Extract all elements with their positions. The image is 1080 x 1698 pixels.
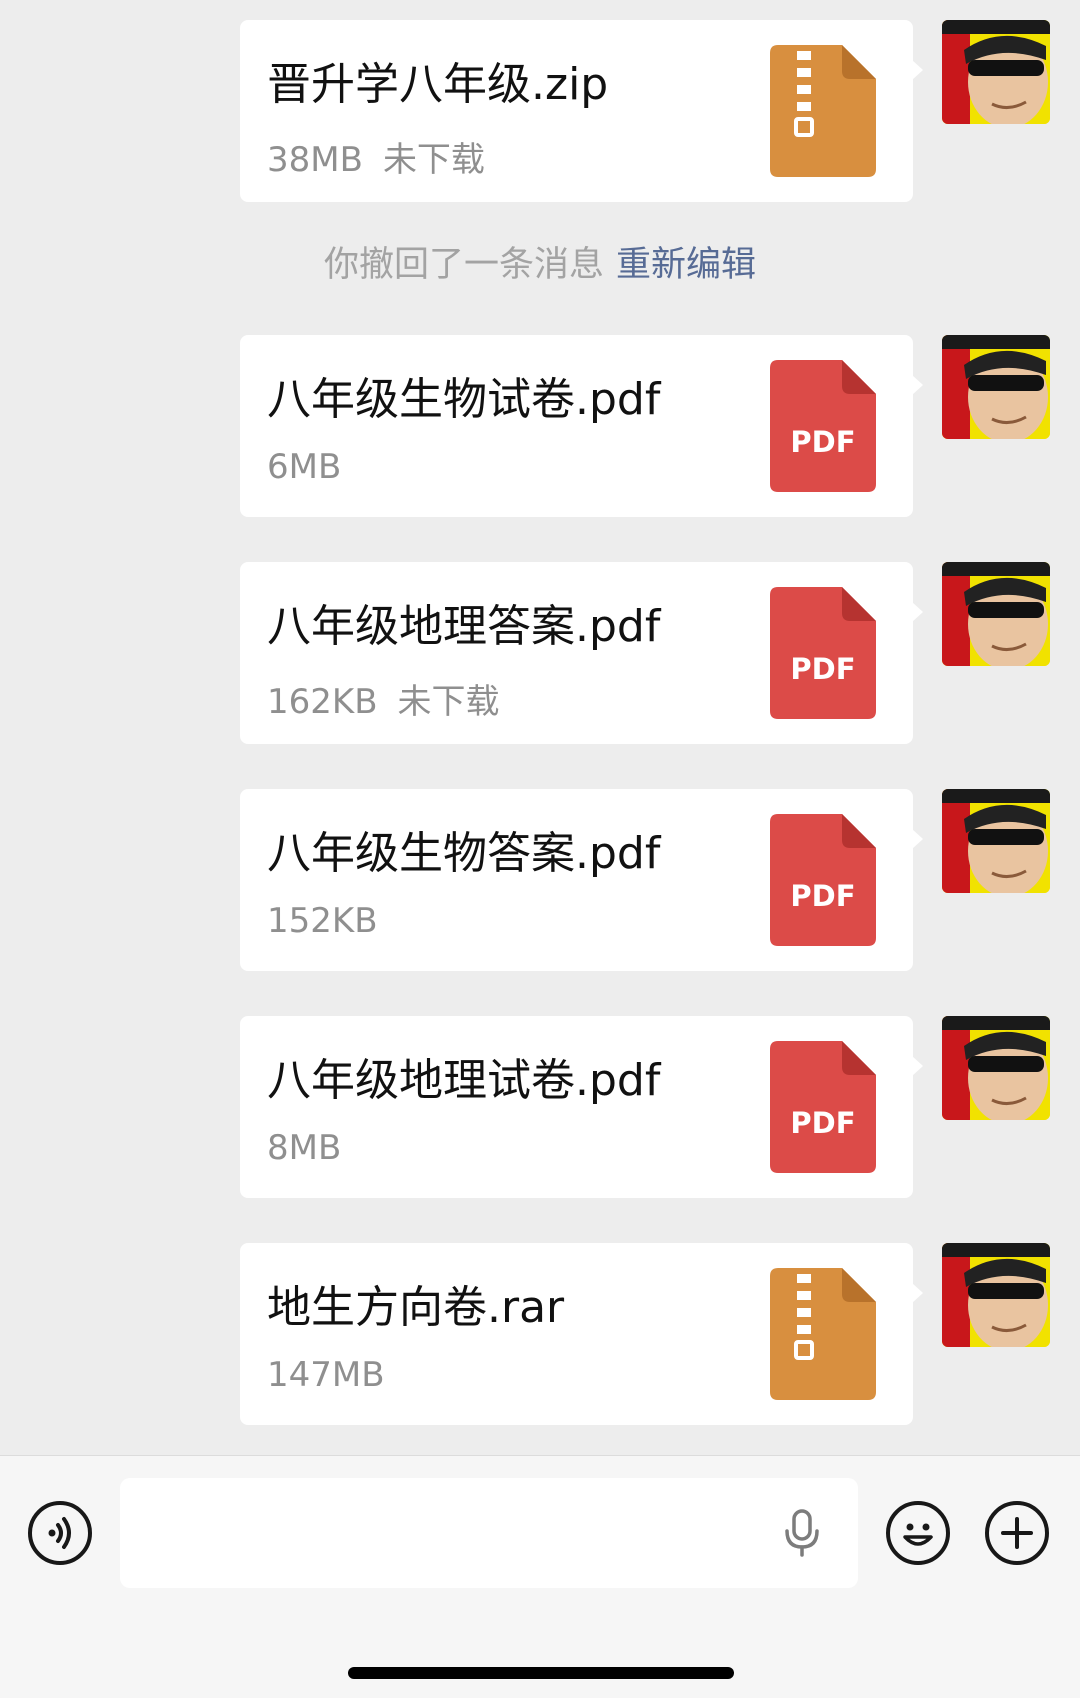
recall-notice: 你撤回了一条消息 重新编辑	[0, 236, 1080, 287]
home-indicator[interactable]	[348, 1667, 734, 1679]
file-size: 6MB	[267, 447, 342, 487]
more-button[interactable]	[985, 1501, 1049, 1565]
pdf-label: PDF	[790, 879, 855, 913]
file-bubble[interactable]: 八年级生物答案.pdf 152KB PDF	[240, 789, 923, 971]
file-message: 八年级地理试卷.pdf 8MB PDF	[0, 1016, 1080, 1198]
file-bubble[interactable]: 地生方向卷.rar 147MB	[240, 1243, 923, 1425]
microphone-icon[interactable]	[780, 1509, 824, 1557]
file-bubble[interactable]: 八年级生物试卷.pdf 6MB PDF	[240, 335, 923, 517]
file-size: 8MB	[267, 1128, 342, 1168]
avatar[interactable]	[942, 1243, 1050, 1347]
file-name: 八年级地理答案.pdf	[267, 601, 661, 652]
input-bar	[0, 1455, 1080, 1698]
file-name: 八年级生物答案.pdf	[267, 828, 661, 879]
pdf-file-icon: PDF	[770, 587, 876, 719]
pdf-file-icon: PDF	[770, 814, 876, 946]
file-message: 地生方向卷.rar 147MB	[0, 1243, 1080, 1425]
plus-icon	[1001, 1517, 1033, 1549]
file-meta: 6MB	[267, 447, 361, 487]
file-meta: 152KB	[267, 901, 398, 941]
file-meta: 162KB 未下载	[267, 674, 500, 723]
file-name: 八年级生物试卷.pdf	[267, 374, 661, 425]
file-bubble[interactable]: 晋升学八年级.zip 38MB 未下载	[240, 20, 923, 202]
file-size: 162KB	[267, 682, 378, 722]
chat-area: 晋升学八年级.zip 38MB 未下载 你撤回了一条消息 重新编辑 八年级生物试…	[0, 0, 1080, 1455]
voice-mode-button[interactable]	[28, 1501, 92, 1565]
emoji-icon	[903, 1523, 933, 1546]
file-meta: 38MB 未下载	[267, 132, 485, 181]
zip-file-icon	[770, 45, 876, 177]
file-size: 38MB	[267, 140, 363, 180]
re-edit-link[interactable]: 重新编辑	[616, 245, 756, 285]
voice-mode-icon	[48, 1517, 71, 1549]
file-message: 八年级生物答案.pdf 152KB PDF	[0, 789, 1080, 971]
file-name: 八年级地理试卷.pdf	[267, 1055, 661, 1106]
file-meta: 147MB	[267, 1355, 405, 1395]
avatar[interactable]	[942, 20, 1050, 124]
pdf-file-icon: PDF	[770, 360, 876, 492]
file-message: 晋升学八年级.zip 38MB 未下载	[0, 20, 1080, 202]
download-status: 未下载	[382, 140, 485, 180]
pdf-label: PDF	[790, 1106, 855, 1140]
recall-text: 你撤回了一条消息	[323, 245, 604, 285]
pdf-label: PDF	[790, 652, 855, 686]
file-bubble[interactable]: 八年级地理试卷.pdf 8MB PDF	[240, 1016, 923, 1198]
avatar[interactable]	[942, 335, 1050, 439]
pdf-file-icon: PDF	[770, 1041, 876, 1173]
zip-file-icon	[770, 1268, 876, 1400]
file-name: 地生方向卷.rar	[267, 1282, 565, 1333]
file-size: 147MB	[267, 1355, 385, 1395]
file-name: 晋升学八年级.zip	[267, 59, 609, 110]
emoji-button[interactable]	[886, 1501, 950, 1565]
avatar[interactable]	[942, 789, 1050, 893]
pdf-label: PDF	[790, 425, 855, 459]
file-size: 152KB	[267, 901, 378, 941]
file-message: 八年级地理答案.pdf 162KB 未下载 PDF	[0, 562, 1080, 744]
avatar[interactable]	[942, 562, 1050, 666]
file-message: 八年级生物试卷.pdf 6MB PDF	[0, 335, 1080, 517]
file-meta: 8MB	[267, 1128, 361, 1168]
avatar[interactable]	[942, 1016, 1050, 1120]
file-bubble[interactable]: 八年级地理答案.pdf 162KB 未下载 PDF	[240, 562, 923, 744]
message-input[interactable]	[120, 1478, 858, 1588]
download-status: 未下载	[397, 682, 500, 722]
